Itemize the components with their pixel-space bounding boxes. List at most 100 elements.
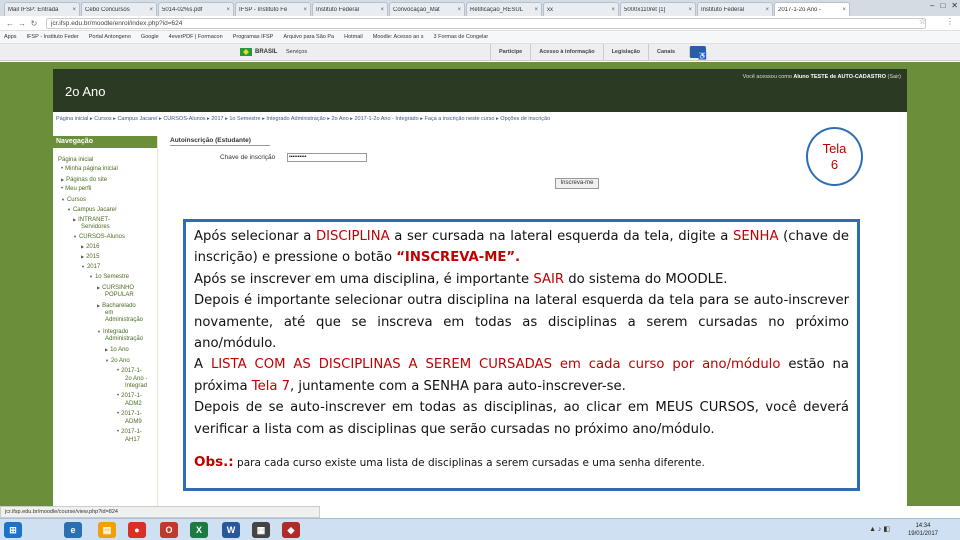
browser-tab[interactable]: 2017-1-2o Ano - × (774, 2, 850, 16)
instruction-paragraph-3: Depois é importante selecionar outra dis… (194, 293, 849, 352)
reload-icon[interactable]: ↻ (28, 19, 40, 28)
browser-menu-icon[interactable]: ⋮ (946, 17, 954, 26)
brasil-label: BRASIL (255, 49, 278, 55)
close-window-icon[interactable]: ✕ (951, 1, 958, 10)
sidebar-nav-item[interactable]: Bacharelado (97, 302, 136, 310)
explorer-icon[interactable]: e (64, 522, 82, 538)
browser-tab-strip: Mail IFSP: Entrada × Cebo Concursos × 5014-0… (0, 0, 960, 16)
clock[interactable]: 14:34 19/01/2017 (908, 522, 938, 538)
bookmark-star-icon[interactable]: ☆ (919, 17, 926, 26)
maximize-icon[interactable]: □ (940, 1, 945, 10)
bookmark-item[interactable]: Apps (4, 34, 17, 40)
sidebar-nav-item[interactable]: Cursos (61, 196, 86, 204)
sidebar-nav-item[interactable]: AH17 (125, 436, 140, 444)
tab-close-icon[interactable]: × (303, 7, 307, 13)
browser-tab[interactable]: Instituto Federal × (697, 2, 773, 16)
tab-label: 5000x110ret [1] (624, 6, 666, 13)
sidebar-nav-item[interactable]: 2015 (81, 253, 99, 261)
browser-tab[interactable]: Instituto Federal × (312, 2, 388, 16)
sidebar-nav-item[interactable]: 2017-1- (117, 368, 142, 375)
sidebar-nav-item[interactable]: Integrad (125, 382, 147, 390)
enrol-me-button[interactable]: Inscreva-me (555, 178, 599, 189)
gov-link[interactable]: Participe (490, 44, 530, 61)
sidebar-nav-item[interactable]: Minha página inicial (61, 166, 118, 173)
sidebar-nav-item[interactable]: 2017-1- (117, 429, 142, 436)
status-bar: jcr.ifsp.edu.br/moodle/course/view.php?i… (0, 506, 320, 518)
instruction-paragraph-5: Depois de se auto-inscrever em todas as … (194, 400, 849, 437)
sidebar-nav-item[interactable]: POPULAR (105, 291, 134, 299)
sidebar-nav-item[interactable]: 2017-1- (117, 411, 142, 418)
system-tray[interactable]: ▲ ♪ ◧ (869, 525, 890, 533)
bookmark-item[interactable]: 3 Formas de Congelar (434, 34, 489, 40)
opera-icon[interactable]: O (160, 522, 178, 538)
servicos-link[interactable]: Serviços (286, 49, 307, 55)
highlight-senha: SENHA (732, 229, 779, 244)
browser-tab[interactable]: xx × (543, 2, 619, 16)
bookmark-item[interactable]: Portal Antongeno (89, 34, 131, 40)
logout-link[interactable]: (Sair) (888, 74, 901, 80)
browser-tab[interactable]: Mail IFSP: Entrada × (4, 2, 80, 16)
login-user-link[interactable]: Aluno TESTE de AUTO-CADASTRO (793, 74, 886, 80)
forward-icon[interactable]: → (16, 19, 28, 28)
browser-tab[interactable]: Retificação_RESUL × (466, 2, 542, 16)
file-explorer-icon[interactable]: ▤ (98, 522, 116, 538)
back-icon[interactable]: ← (4, 19, 16, 28)
browser-tab[interactable]: Convocação_Mat × (389, 2, 465, 16)
windows-start-icon[interactable]: ⊞ (4, 522, 22, 538)
tab-close-icon[interactable]: × (611, 7, 615, 13)
sidebar-nav-item[interactable]: 1o Semestre (89, 273, 129, 281)
bookmark-item[interactable]: 4everPDF | Formacon (169, 34, 223, 40)
bookmark-item[interactable]: IFSP - Instituto Feder (27, 34, 79, 40)
browser-tab[interactable]: IFSP - Instituto Fe × (235, 2, 311, 16)
tab-close-icon[interactable]: × (688, 7, 692, 13)
browser-tab[interactable]: 5000x110ret [1] × (620, 2, 696, 16)
tab-close-icon[interactable]: × (765, 7, 769, 13)
sidebar-nav-item[interactable]: 2o Ano (105, 357, 130, 365)
chrome-icon[interactable]: ● (128, 522, 146, 538)
tab-close-icon[interactable]: × (842, 7, 846, 13)
gov-link[interactable]: Canais (648, 44, 683, 61)
sidebar-nav-item[interactable]: Administração (105, 316, 143, 324)
excel-icon[interactable]: X (190, 522, 208, 538)
tab-close-icon[interactable]: × (380, 7, 384, 13)
app-icon[interactable]: ◆ (282, 522, 300, 538)
sidebar-nav-item[interactable]: 1o Ano (105, 346, 129, 354)
enrol-key-input[interactable]: •••••••••• (287, 153, 367, 162)
url-input[interactable]: jcr.ifsp.edu.br/moodle/enrol/index.php?i… (46, 17, 926, 29)
browser-tab[interactable]: 5014-02%s.pdf × (158, 2, 234, 16)
minimize-icon[interactable]: – (930, 1, 934, 10)
brasil-link[interactable]: BRASIL (240, 48, 277, 56)
sidebar-nav-item[interactable]: CURSOS-Alunos (73, 233, 125, 241)
highlight-sair: SAIR (533, 271, 565, 287)
moodle-header: 2o Ano Você acessou como Aluno TESTE de … (53, 69, 907, 112)
sidebar-nav-item[interactable]: ADM9 (125, 418, 142, 426)
tab-close-icon[interactable]: × (226, 7, 230, 13)
calculator-icon[interactable]: ▦ (252, 522, 270, 538)
brazil-flag-icon (240, 48, 252, 56)
bookmark-item[interactable]: Google (141, 34, 159, 40)
word-icon[interactable]: W (222, 522, 240, 538)
sidebar-nav-item[interactable]: Páginas do site (61, 176, 107, 184)
tab-close-icon[interactable]: × (457, 7, 461, 13)
bookmark-item[interactable]: Arquivo para São Pa (283, 34, 334, 40)
sidebar-nav-item[interactable]: Campus Jacareí (67, 206, 117, 214)
sidebar-nav-item[interactable]: 2017-1- (117, 393, 142, 400)
sidebar-nav-item[interactable]: Página inicial (58, 156, 93, 164)
gov-link[interactable]: Acesso à informação (530, 44, 602, 61)
sidebar-nav-item[interactable]: Administração (105, 335, 143, 343)
tab-close-icon[interactable]: × (72, 7, 76, 13)
browser-tab[interactable]: Cebo Concursos × (81, 2, 157, 16)
sidebar-nav-item[interactable]: 2017 (81, 263, 100, 271)
bookmark-item[interactable]: Hotmail (344, 34, 363, 40)
bookmark-item[interactable]: Programas IFSP (233, 34, 274, 40)
gov-link[interactable]: Legislação (602, 44, 648, 61)
accessibility-icon[interactable]: ♿ (689, 46, 707, 60)
breadcrumb[interactable]: Página inicial ▸ Cursos ▸ Campus Jacareí… (56, 116, 550, 122)
sidebar-nav-item[interactable]: ADM2 (125, 400, 142, 408)
sidebar-nav-item[interactable]: Meu perfil (61, 186, 91, 193)
sidebar-nav-item[interactable]: 2016 (81, 243, 99, 251)
tab-close-icon[interactable]: × (149, 7, 153, 13)
sidebar-nav-item[interactable]: Servidores (81, 223, 110, 231)
tab-close-icon[interactable]: × (534, 7, 538, 13)
bookmark-item[interactable]: Moodle: Acesso ao s (373, 34, 424, 40)
